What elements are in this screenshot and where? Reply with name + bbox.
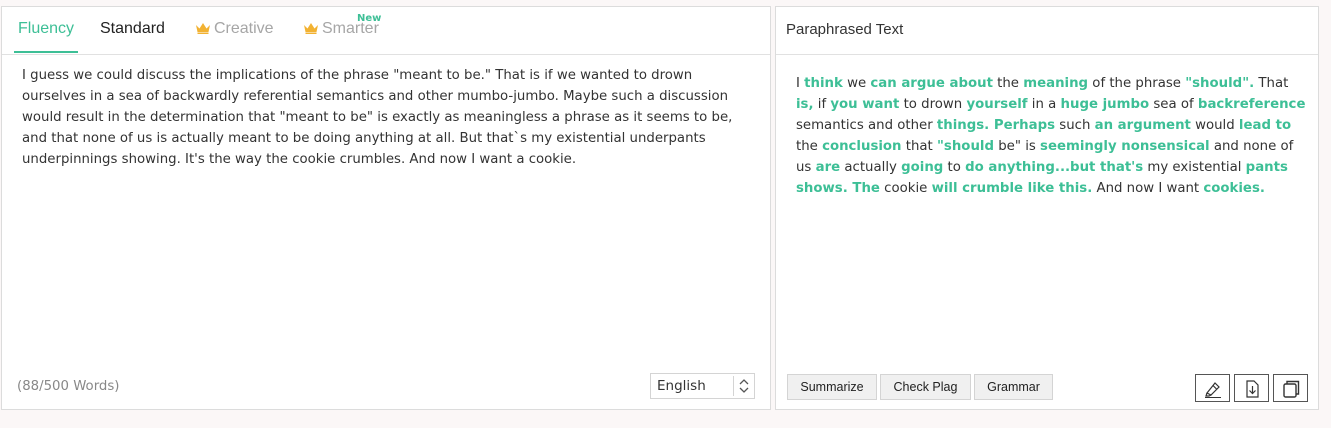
tab-label: Fluency: [18, 20, 75, 37]
unchanged-phrase: That: [1254, 76, 1289, 91]
changed-phrase[interactable]: things. Perhaps: [937, 118, 1055, 133]
crown-icon: [196, 23, 210, 34]
changed-phrase[interactable]: going: [901, 160, 943, 175]
download-icon: [1246, 380, 1259, 398]
changed-phrase[interactable]: lead to: [1239, 118, 1291, 133]
paraphrased-text: I think we can argue about the meaning o…: [796, 73, 1306, 199]
unchanged-phrase: such: [1055, 118, 1095, 133]
output-header: Paraphrased Text: [776, 7, 1318, 55]
highlighter-icon: [1205, 382, 1221, 398]
language-value: English: [657, 378, 706, 394]
select-arrows-icon: [733, 376, 754, 396]
unchanged-phrase: we: [842, 76, 871, 91]
changed-phrase[interactable]: yourself: [966, 97, 1027, 112]
unchanged-phrase: would: [1190, 118, 1239, 133]
changed-phrase[interactable]: huge jumbo: [1061, 97, 1150, 112]
changed-phrase[interactable]: "should: [937, 139, 994, 154]
unchanged-phrase: to drown: [899, 97, 967, 112]
tab-fluency[interactable]: Fluency: [13, 19, 79, 53]
changed-phrase[interactable]: are: [816, 160, 841, 175]
tab-label: Creative: [214, 20, 274, 37]
input-panel: Fluency Standard Creative New Smarter I …: [1, 6, 771, 410]
copy-icon: [1283, 380, 1300, 398]
changed-phrase[interactable]: "should".: [1185, 76, 1254, 91]
tab-smarter[interactable]: New Smarter: [303, 13, 381, 39]
changed-phrase[interactable]: cookies.: [1203, 181, 1265, 196]
tab-label: Standard: [100, 20, 165, 37]
tab-standard[interactable]: Standard: [100, 19, 165, 39]
language-select[interactable]: English: [650, 373, 755, 399]
unchanged-phrase: in a: [1027, 97, 1061, 112]
unchanged-phrase: cookie: [879, 181, 932, 196]
changed-phrase[interactable]: think: [804, 76, 843, 91]
changed-phrase[interactable]: do anything...but that's: [965, 160, 1143, 175]
download-button[interactable]: [1234, 374, 1269, 402]
unchanged-phrase: that: [901, 139, 937, 154]
unchanged-phrase: the: [796, 139, 823, 154]
unchanged-phrase: actually: [840, 160, 902, 175]
changed-phrase[interactable]: conclusion: [822, 139, 901, 154]
highlight-button[interactable]: [1195, 374, 1230, 402]
unchanged-phrase: of the phrase: [1088, 76, 1186, 91]
new-badge: New: [357, 13, 382, 24]
changed-phrase[interactable]: is,: [796, 97, 814, 112]
changed-phrase[interactable]: backreference: [1198, 97, 1306, 112]
tab-creative[interactable]: Creative: [195, 19, 274, 39]
copy-button[interactable]: [1273, 374, 1308, 402]
unchanged-phrase: to: [943, 160, 966, 175]
unchanged-phrase: my existential: [1143, 160, 1246, 175]
unchanged-phrase: I: [796, 76, 805, 91]
word-count: (88/500 Words): [17, 379, 120, 394]
unchanged-phrase: if: [813, 97, 831, 112]
output-panel: Paraphrased Text I think we can argue ab…: [775, 6, 1319, 410]
mode-tabs: Fluency Standard Creative New Smarter: [2, 7, 770, 55]
grammar-button[interactable]: Grammar: [974, 374, 1053, 400]
unchanged-phrase: sea of: [1149, 97, 1198, 112]
changed-phrase[interactable]: can argue about: [870, 76, 993, 91]
output-title: Paraphrased Text: [786, 21, 904, 38]
changed-phrase[interactable]: an argument: [1095, 118, 1191, 133]
changed-phrase[interactable]: seemingly nonsensical: [1040, 139, 1210, 154]
input-textarea[interactable]: I guess we could discuss the implication…: [22, 65, 752, 170]
unchanged-phrase: semantics and other: [796, 118, 937, 133]
crown-icon: [304, 23, 318, 34]
unchanged-phrase: be" is: [994, 139, 1041, 154]
unchanged-phrase: the: [992, 76, 1024, 91]
unchanged-phrase: And now I want: [1092, 181, 1204, 196]
summarize-button[interactable]: Summarize: [787, 374, 877, 400]
changed-phrase[interactable]: you want: [830, 97, 899, 112]
changed-phrase[interactable]: will crumble like this.: [932, 181, 1093, 196]
changed-phrase[interactable]: meaning: [1023, 76, 1088, 91]
check-plag-button[interactable]: Check Plag: [880, 374, 971, 400]
